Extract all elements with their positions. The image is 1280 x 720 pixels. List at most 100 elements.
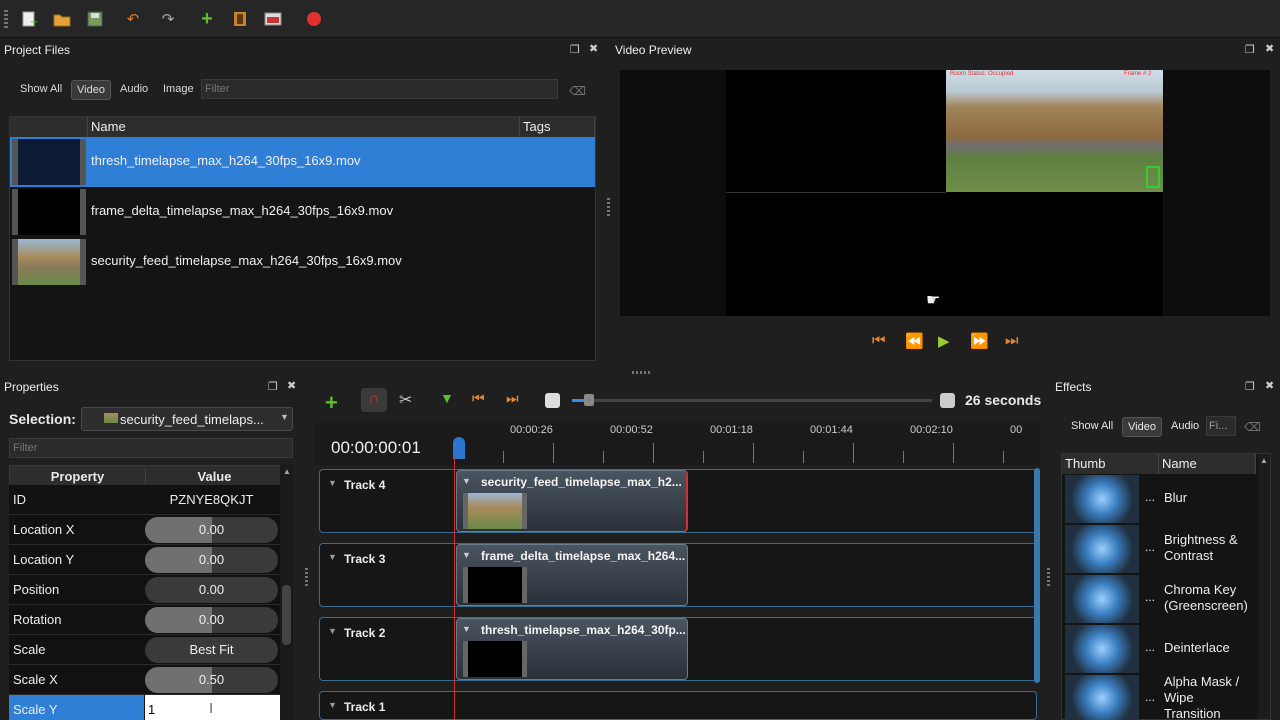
tab-show-all[interactable]: Show All (20, 83, 62, 95)
tab-audio[interactable]: Audio (120, 83, 148, 95)
file-row[interactable]: frame_delta_timelapse_max_h264_30fps_16x… (10, 187, 595, 237)
property-value[interactable]: 0.00 (145, 607, 278, 633)
effect-item[interactable]: ... Chroma Key (Greenscreen) (1063, 574, 1255, 624)
open-project-icon[interactable] (51, 8, 73, 30)
timeline-scrollbar[interactable] (1034, 468, 1040, 683)
toolbar-grip[interactable] (4, 10, 8, 28)
timeline-clip[interactable]: ▼ thresh_timelapse_max_h264_30fp... (456, 618, 688, 680)
timeline-track[interactable]: Track 1 ▼ (319, 691, 1037, 720)
jump-start-icon[interactable]: ⏮ (872, 332, 886, 349)
close-panel-icon[interactable]: ✖ (1265, 42, 1274, 55)
float-panel-icon[interactable]: ❐ (1245, 380, 1255, 393)
next-marker-icon[interactable]: ⏭ (506, 390, 519, 407)
track-collapse-icon[interactable]: ▼ (328, 552, 337, 562)
effects-scrollbar[interactable]: ▲ (1258, 454, 1270, 719)
playhead-handle[interactable] (453, 437, 465, 459)
property-value[interactable]: 0.00 (145, 577, 278, 603)
selection-dropdown[interactable]: security_feed_timelaps... ▼ (81, 407, 293, 431)
save-project-icon[interactable] (84, 8, 106, 30)
effects-filter-input[interactable]: Fi... (1206, 416, 1236, 436)
properties-filter-input[interactable] (9, 438, 293, 458)
razor-scissors-icon[interactable]: ✂ (399, 390, 412, 410)
horizontal-splitter[interactable] (632, 371, 650, 374)
tab-show-all[interactable]: Show All (1071, 420, 1113, 432)
file-row[interactable]: security_feed_timelapse_max_h264_30fps_1… (10, 237, 595, 287)
clip-menu-icon[interactable]: ▼ (462, 476, 471, 486)
property-value[interactable]: 0.50 (145, 667, 278, 693)
close-panel-icon[interactable]: ✖ (1265, 379, 1274, 392)
choose-profile-icon[interactable] (229, 8, 251, 30)
property-row[interactable]: Location X 0.00 (9, 515, 284, 545)
close-panel-icon[interactable]: ✖ (589, 42, 598, 55)
float-panel-icon[interactable]: ❐ (1245, 43, 1255, 56)
tab-video[interactable]: Video (1122, 417, 1162, 437)
snapping-magnet-icon[interactable]: ∩ (361, 388, 387, 412)
add-track-icon[interactable]: + (325, 390, 338, 416)
tab-video[interactable]: Video (71, 80, 111, 100)
redo-icon[interactable]: ↷ (157, 8, 179, 30)
property-value[interactable]: Best Fit (145, 637, 278, 663)
property-row[interactable]: Position 0.00 (9, 575, 284, 605)
effect-item[interactable]: ... Blur (1063, 474, 1255, 524)
undo-icon[interactable]: ↶ (122, 8, 144, 30)
clip-menu-icon[interactable]: ▼ (462, 624, 471, 634)
panel-splitter[interactable] (305, 568, 308, 586)
timeline-track[interactable]: Track 4 ▼ ▼ security_feed_timelapse_max_h2.… (319, 469, 1037, 533)
track-collapse-icon[interactable]: ▼ (328, 700, 337, 710)
fast-forward-icon[interactable]: ⏩ (970, 332, 989, 350)
close-panel-icon[interactable]: ✖ (287, 379, 296, 392)
fullscreen-icon[interactable] (262, 8, 284, 30)
clip-menu-icon[interactable]: ▼ (462, 550, 471, 560)
float-panel-icon[interactable]: ❐ (268, 380, 278, 393)
scroll-up-icon[interactable]: ▲ (1260, 456, 1268, 465)
property-row[interactable]: Scale Y1I (9, 695, 284, 720)
previous-marker-icon[interactable]: ⏮ (472, 390, 485, 407)
file-row[interactable]: thresh_timelapse_max_h264_30fps_16x9.mov (10, 137, 595, 187)
scrollbar-thumb[interactable] (282, 585, 291, 645)
tab-image[interactable]: Image (163, 83, 194, 95)
property-column-header[interactable]: Property (10, 469, 145, 484)
clear-filter-icon[interactable]: ⌫ (1244, 420, 1261, 434)
export-video-icon[interactable] (303, 8, 325, 30)
tags-column-header[interactable]: Tags (520, 117, 595, 137)
property-value[interactable]: 0.00 (145, 547, 278, 573)
panel-splitter[interactable] (1047, 568, 1050, 586)
timeline-clip[interactable]: ▼ security_feed_timelapse_max_h2... (456, 470, 688, 532)
value-column-header[interactable]: Value (145, 469, 283, 484)
property-row[interactable]: ID PZNYE8QKJT (9, 485, 284, 515)
effect-item[interactable]: ... Deinterlace (1063, 624, 1255, 674)
clear-filter-icon[interactable]: ⌫ (569, 84, 586, 98)
panel-splitter[interactable] (607, 198, 610, 216)
add-marker-icon[interactable]: ▼ (440, 390, 454, 406)
thumb-column-header[interactable]: Thumb (1062, 454, 1159, 474)
rewind-icon[interactable]: ⏪ (905, 332, 924, 350)
property-row[interactable]: Scale X 0.50 (9, 665, 284, 695)
track-collapse-icon[interactable]: ▼ (328, 626, 337, 636)
zoom-slider-track[interactable] (572, 394, 932, 406)
name-column-header[interactable]: Name (88, 117, 520, 137)
video-preview-canvas[interactable]: Room Status: Occupied Frame # 2 ☛ (620, 70, 1270, 316)
effect-item[interactable]: ... Brightness & Contrast (1063, 524, 1255, 574)
effect-item[interactable]: ... Alpha Mask / Wipe Transition (1063, 674, 1255, 720)
float-panel-icon[interactable]: ❐ (570, 43, 580, 56)
property-row[interactable]: Location Y 0.00 (9, 545, 284, 575)
jump-end-icon[interactable]: ⏭ (1005, 332, 1019, 349)
track-collapse-icon[interactable]: ▼ (328, 478, 337, 488)
properties-scrollbar[interactable]: ▲ (280, 465, 293, 720)
zoom-slider-handle[interactable] (584, 394, 594, 406)
zoom-out-icon[interactable] (545, 393, 560, 408)
zoom-in-icon[interactable] (940, 393, 955, 408)
timeline-track[interactable]: Track 3 ▼ ▼ frame_delta_timelapse_max_h264.… (319, 543, 1037, 607)
tab-audio[interactable]: Audio (1171, 420, 1199, 432)
timeline-ruler[interactable]: 00:00:00:01 00:00:26 00:00:52 00:01:18 00:0… (315, 423, 1040, 465)
import-files-icon[interactable]: + (196, 8, 218, 30)
new-project-icon[interactable]: + (18, 8, 40, 30)
name-column-header[interactable]: Name (1159, 454, 1256, 474)
property-row[interactable]: Scale Best Fit (9, 635, 284, 665)
play-icon[interactable]: ▶ (938, 332, 950, 350)
timeline-clip[interactable]: ▼ frame_delta_timelapse_max_h264... (456, 544, 688, 606)
scroll-up-icon[interactable]: ▲ (283, 467, 291, 476)
timeline-track[interactable]: Track 2 ▼ ▼ thresh_timelapse_max_h264_30fp.… (319, 617, 1037, 681)
property-row[interactable]: Rotation 0.00 (9, 605, 284, 635)
property-value[interactable]: 0.00 (145, 517, 278, 543)
